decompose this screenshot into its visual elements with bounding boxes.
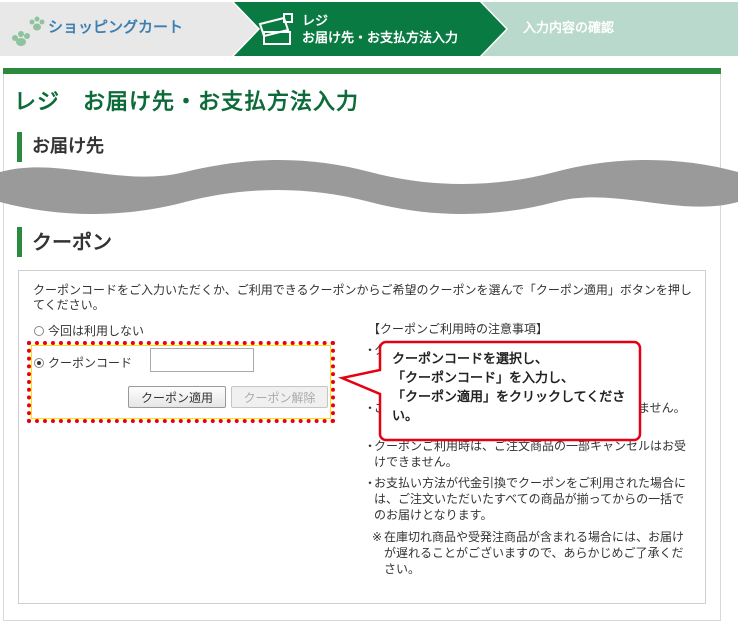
coupon-description: クーポンコードをご入力いただくか、ご利用できるクーポンからご希望のクーポンを選ん… (33, 283, 692, 312)
highlight-frame (27, 341, 335, 423)
callout-line: 「クーポンコード」を入力し、 (392, 371, 575, 386)
radio-no-coupon-label[interactable]: 今回は利用しない (48, 322, 144, 339)
note-footnote: ※ 在庫切れ商品や受発注商品が含まれる場合には、お届けが遅れることがございますので… (372, 529, 692, 577)
step-register-sublabel: お届け先・お支払方法入力 (302, 31, 459, 46)
radio-row-no-coupon[interactable]: 今回は利用しない (34, 322, 144, 339)
callout-line: 「クーポン適用」をクリックしてください。 (392, 390, 626, 424)
footnote-mark: ※ (372, 530, 383, 544)
step-shopping-cart[interactable]: ショッピングカート (48, 16, 183, 37)
note-bullet: ・ (364, 476, 377, 490)
footnote-text: 在庫切れ商品や受発注商品が含まれる場合には、お届けが遅れることがございますので、… (384, 530, 685, 576)
step-confirm: 入力内容の確認 (523, 21, 615, 36)
note-item: ・お支払い方法が代金引換でクーポンをご利用された場合には、ご注文いただいたすべて… (364, 475, 692, 523)
section-heading-coupon: クーポン (17, 227, 112, 257)
radio-no-coupon[interactable] (34, 325, 44, 336)
callout-text: クーポンコードを選択し、 「クーポンコード」を入力し、 「クーポン適用」をクリッ… (392, 350, 632, 426)
page-title: レジ お届け先・お支払方法入力 (14, 90, 360, 115)
note-text: お支払い方法が代金引換でクーポンをご利用された場合には、ご注文いただいたすべての… (374, 476, 687, 522)
panel-top-accent (3, 68, 721, 74)
omission-wave (0, 160, 738, 214)
callout-line: クーポンコードを選択し、 (392, 352, 549, 367)
notes-title: 【クーポンご利用時の注意事項】 (368, 322, 549, 336)
step-bar: ショッピングカート レジ お届け先・お支払方法入力 入力内容の確認 (0, 0, 738, 58)
